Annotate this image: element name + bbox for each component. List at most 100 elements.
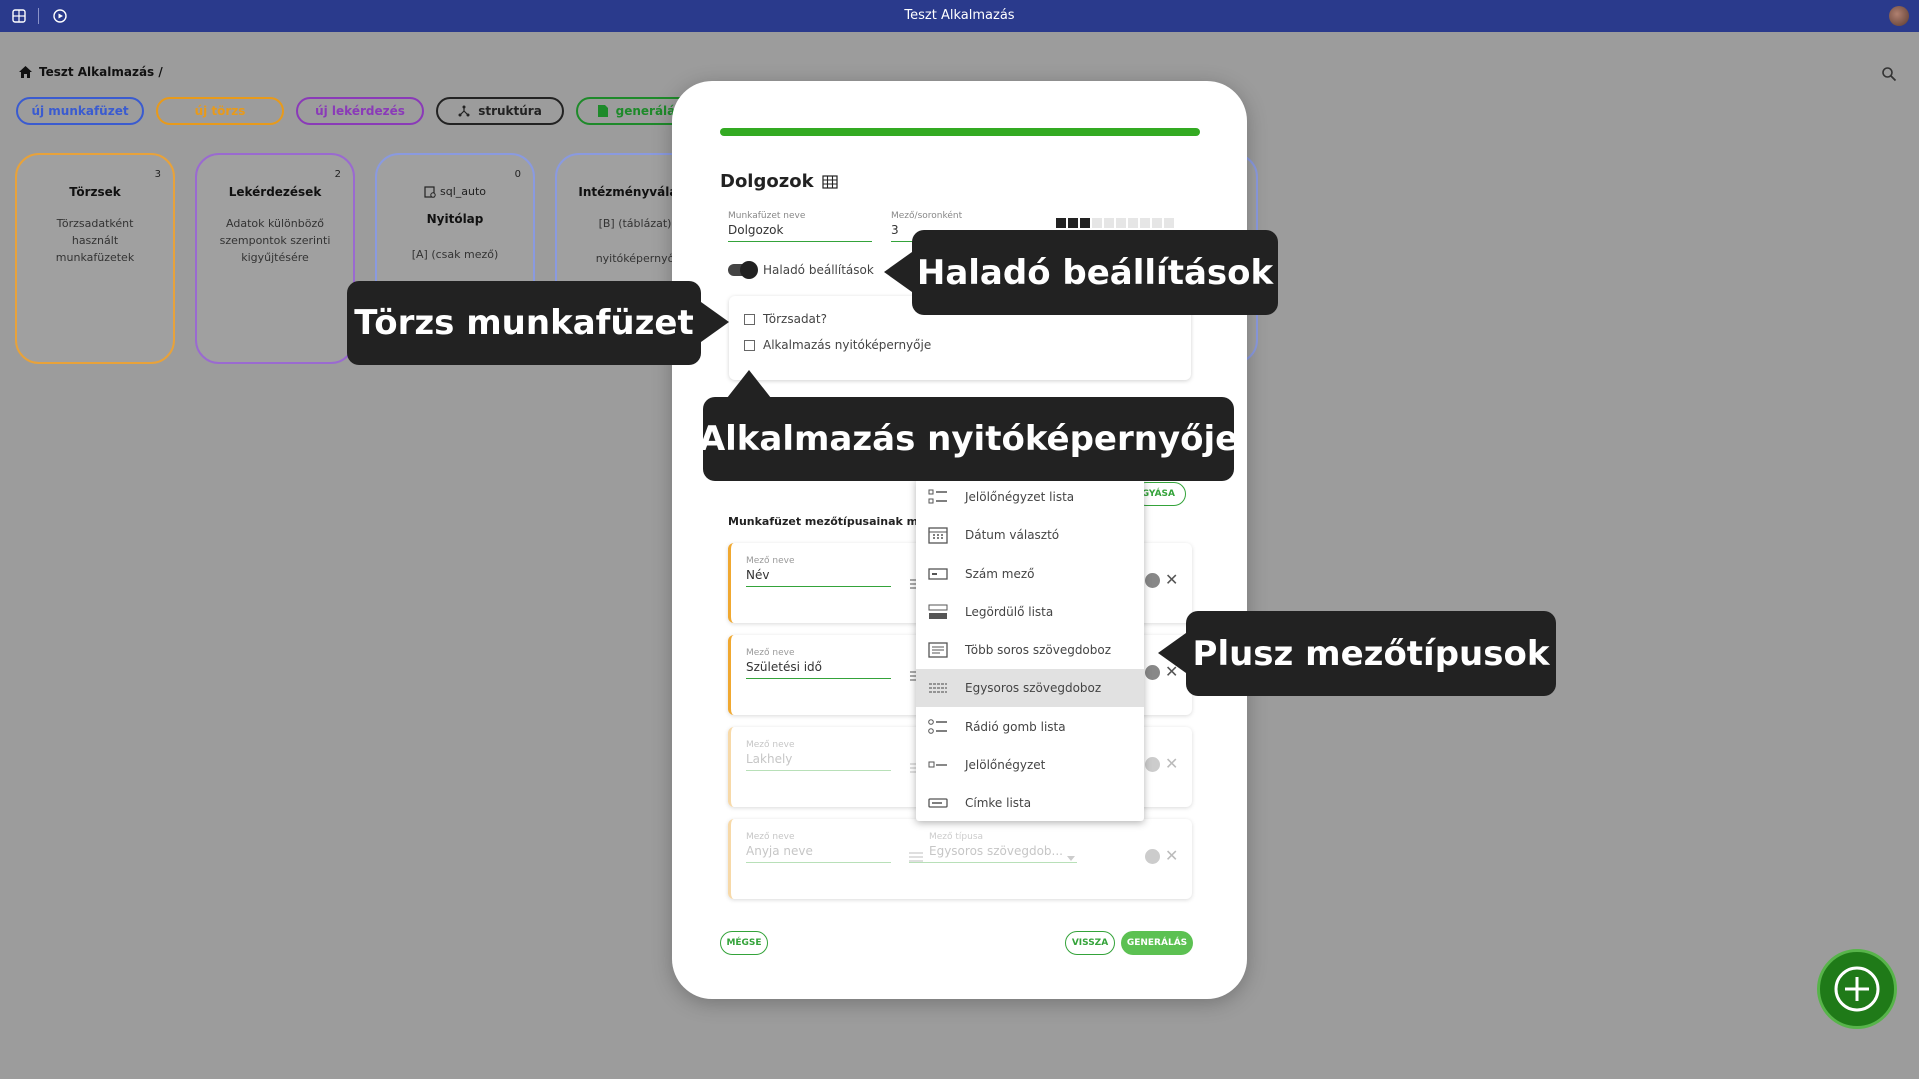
field-name-value[interactable]: Lakhely [746, 750, 891, 770]
delete-icon[interactable]: ✕ [1165, 848, 1178, 864]
structure-button[interactable]: struktúra [436, 97, 564, 125]
card-sql-label: sql_auto [439, 185, 487, 198]
field-name-value[interactable]: Születési idő [746, 658, 891, 678]
add-field-label: GYÁSA [1141, 489, 1175, 499]
level-block[interactable] [1068, 218, 1078, 228]
dropdown-item-date-picker[interactable]: Dátum választó [916, 516, 1144, 554]
avatar[interactable] [1889, 6, 1909, 26]
level-block[interactable] [1128, 218, 1138, 228]
card-masters[interactable]: 3 Törzsek Törzsadatként használt munkafü… [15, 153, 175, 364]
fields-per-row-selector[interactable] [1056, 218, 1174, 228]
search-icon[interactable] [1881, 66, 1897, 82]
card-queries[interactable]: 2 Lekérdezések Adatok különböző szempont… [195, 153, 355, 364]
workbook-name-field[interactable]: Munkafüzet neve Dolgozok [728, 211, 872, 242]
home-screen-checkbox[interactable]: Alkalmazás nyitóképernyője [744, 338, 931, 352]
document-icon [597, 105, 608, 117]
field-type-dropdown: Jelölőnégyzet lista Dátum választó Szám … [916, 478, 1144, 821]
field-type-value[interactable]: Egysoros szövegdob... [909, 842, 1077, 862]
dropdown-item-radio-list[interactable]: Rádió gomb lista [916, 708, 1144, 746]
level-block[interactable] [1056, 218, 1066, 228]
new-query-button[interactable]: új lekérdezés [296, 97, 424, 125]
advanced-settings-label: Haladó beállítások [763, 263, 874, 277]
field-name-value[interactable]: Név [746, 566, 891, 586]
label-list-icon [928, 798, 948, 808]
callout-text: Haladó beállítások [916, 252, 1274, 293]
dropdown-item-checkbox[interactable]: Jelölőnégyzet [916, 746, 1144, 784]
dialog-title: Dolgozok [720, 171, 838, 192]
level-block[interactable] [1104, 218, 1114, 228]
dropdown-item-multiline-text[interactable]: Több soros szövegdoboz [916, 631, 1144, 669]
callout-arrow [1158, 633, 1186, 673]
structure-label: struktúra [478, 104, 542, 118]
master-data-checkbox[interactable]: Törzsadat? [744, 312, 827, 326]
field-type-select[interactable]: Mező típusa Egysoros szövegdob... [909, 832, 1077, 863]
checkbox-box[interactable] [744, 313, 755, 325]
dropdown-item-label: Dátum választó [965, 528, 1060, 542]
level-block[interactable] [1152, 218, 1162, 228]
radio-list-icon [928, 719, 947, 734]
callout-arrow [701, 302, 729, 342]
dropdown-item-label: Jelölőnégyzet [965, 758, 1046, 772]
advanced-settings-toggle[interactable] [728, 261, 758, 279]
home-icon[interactable] [18, 65, 33, 79]
level-block[interactable] [1140, 218, 1150, 228]
level-block[interactable] [1092, 218, 1102, 228]
cancel-label: MÉGSE [726, 938, 762, 948]
fields-per-row-label: Mező/soronként [891, 211, 963, 221]
card-count: 2 [334, 169, 341, 180]
singleline-text-icon [929, 683, 947, 693]
confirm-icon[interactable] [1145, 757, 1160, 772]
field-type-label: Mező típusa [929, 832, 984, 842]
dropdown-item-label: Szám mező [965, 567, 1035, 581]
generate-button[interactable]: GENERÁLÁS [1121, 931, 1193, 955]
back-button[interactable]: VISSZA [1065, 931, 1115, 955]
field-name-input[interactable]: Mező neve Név [746, 556, 891, 587]
checkbox-box[interactable] [744, 339, 755, 351]
delete-icon[interactable]: ✕ [1165, 756, 1178, 772]
callout-text: Alkalmazás nyitóképernyője [698, 419, 1239, 459]
level-block[interactable] [1164, 218, 1174, 228]
dropdown-item-label: Több soros szövegdoboz [965, 643, 1112, 657]
field-name-input[interactable]: Mező neve Anyja neve [746, 832, 891, 863]
workbook-name-input[interactable]: Dolgozok [728, 223, 872, 241]
field-name-input[interactable]: Mező neve Lakhely [746, 740, 891, 771]
window-title: Teszt Alkalmazás [904, 8, 1015, 23]
number-field-icon [928, 568, 948, 580]
dropdown-item-singleline-text[interactable]: Egysoros szövegdoboz [916, 669, 1144, 707]
callout-extra-field-types: Plusz mezőtípusok [1186, 611, 1556, 696]
dropdown-item-label-list[interactable]: Címke lista [916, 784, 1144, 821]
new-query-label: új lekérdezés [315, 104, 405, 118]
checklist-icon [928, 489, 947, 504]
dropdown-list-icon [928, 604, 948, 619]
delete-icon[interactable]: ✕ [1165, 572, 1178, 588]
card-count: 3 [154, 169, 161, 180]
breadcrumb-label[interactable]: Teszt Alkalmazás / [39, 65, 163, 79]
callout-arrow [884, 252, 912, 292]
dropdown-item-label: Egysoros szövegdoboz [965, 681, 1102, 695]
cancel-button[interactable]: MÉGSE [720, 931, 768, 955]
breadcrumb: Teszt Alkalmazás / [18, 65, 163, 79]
dropdown-item-checkbox-list[interactable]: Jelölőnégyzet lista [916, 478, 1144, 516]
callout-text: Törzs munkafüzet [354, 303, 694, 343]
card-description: [A] (csak mező) [411, 248, 499, 261]
confirm-icon[interactable] [1145, 573, 1160, 588]
multiline-text-icon [928, 642, 948, 658]
chevron-down-icon[interactable] [1067, 856, 1075, 861]
field-name-label: Mező neve [746, 556, 795, 566]
level-block[interactable] [1080, 218, 1090, 228]
new-workbook-button[interactable]: új munkafüzet [16, 97, 144, 125]
field-name-value[interactable]: Anyja neve [746, 842, 891, 862]
dropdown-item-number-field[interactable]: Szám mező [916, 555, 1144, 593]
field-row: Mező neve Anyja neve Mező típusa Egysoros… [728, 819, 1192, 899]
add-fab-button[interactable] [1817, 949, 1897, 1029]
field-name-input[interactable]: Mező neve Születési idő [746, 648, 891, 679]
confirm-icon[interactable] [1145, 849, 1160, 864]
field-name-label: Mező neve [746, 832, 795, 842]
new-workbook-label: új munkafüzet [31, 104, 129, 118]
progress-bar [720, 128, 1200, 136]
back-label: VISSZA [1071, 938, 1109, 948]
new-master-label: új törzs [194, 104, 246, 118]
level-block[interactable] [1116, 218, 1126, 228]
dropdown-item-dropdown-list[interactable]: Legördülő lista [916, 593, 1144, 631]
new-master-button[interactable]: új törzs [156, 97, 284, 125]
